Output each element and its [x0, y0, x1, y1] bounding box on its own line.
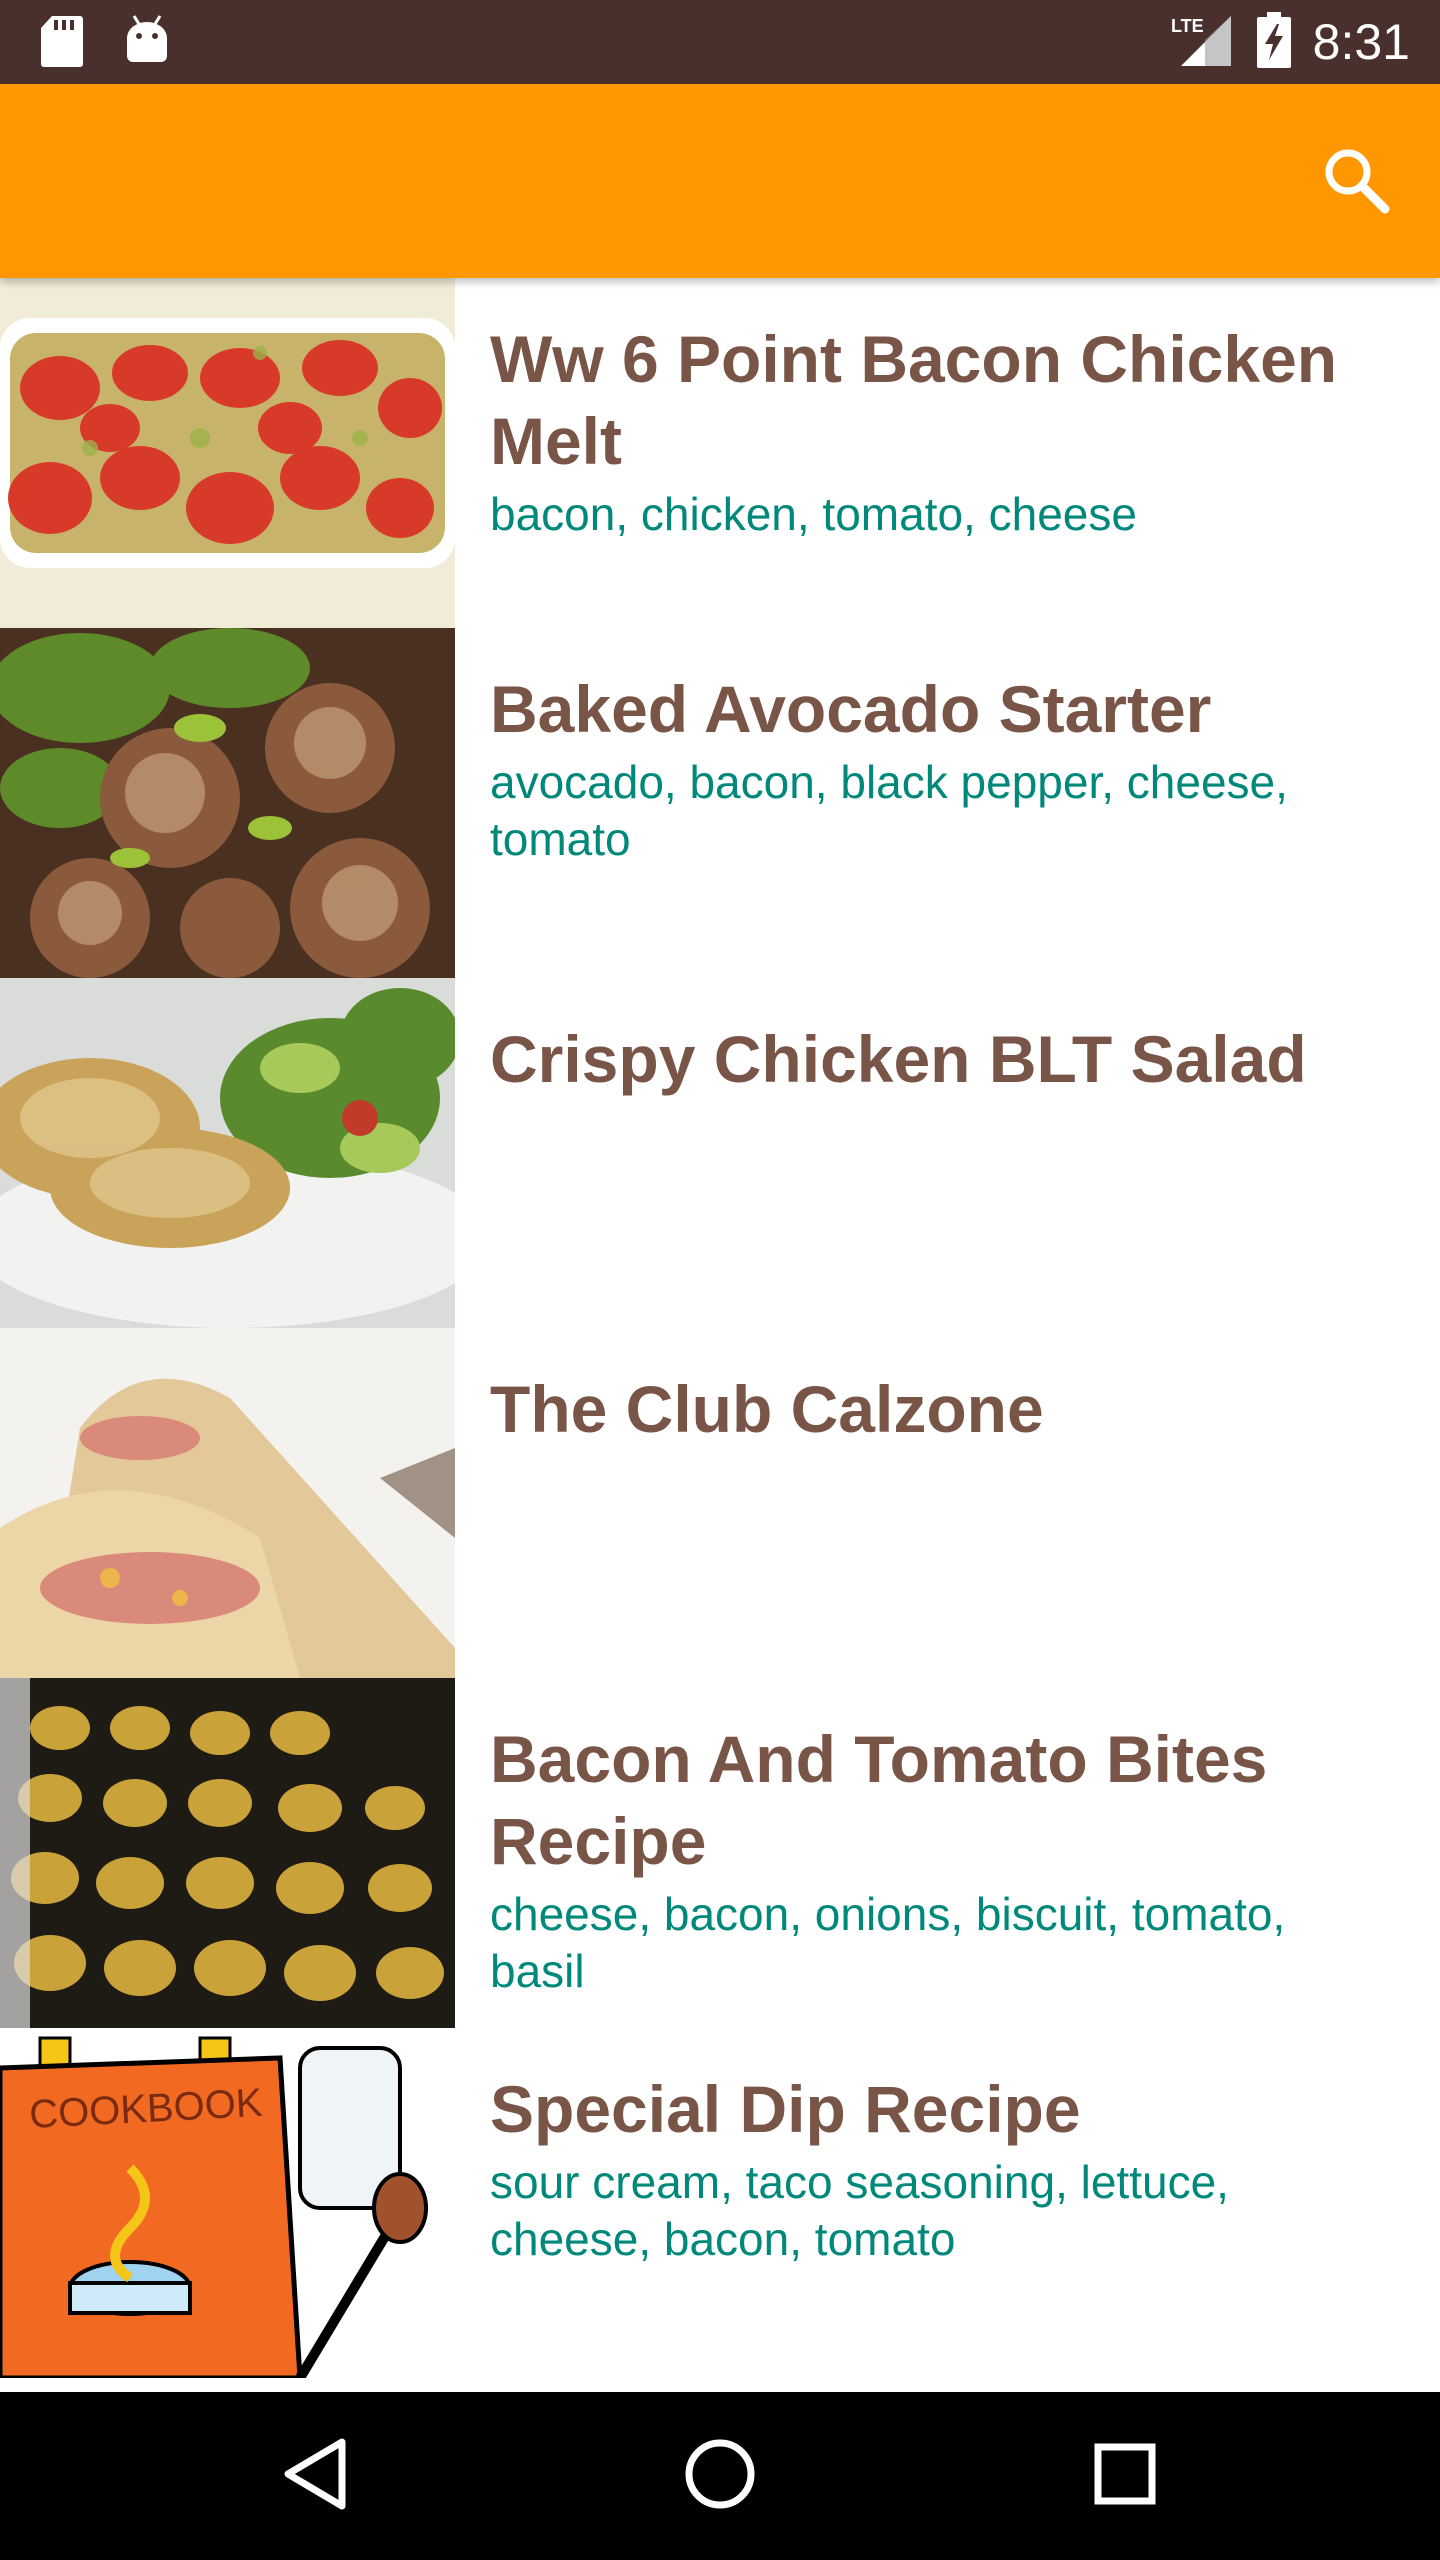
recipe-title: Ww 6 Point Bacon Chicken Melt [490, 322, 1338, 478]
recipe-title: The Club Calzone [490, 1372, 1044, 1446]
recipe-ingredients: cheese, bacon, onions, biscuit, tomato, … [490, 1888, 1286, 1996]
recents-icon [1093, 2442, 1157, 2511]
recipe-title: Baked Avocado Starter [490, 672, 1212, 746]
recipe-title: Crispy Chicken BLT Salad [490, 1022, 1307, 1096]
search-icon [1321, 145, 1391, 220]
recipe-image [0, 1678, 455, 2028]
recipe-image [0, 278, 455, 628]
list-item[interactable]: COOKBOOK Special Dip Recipe sour cream, … [0, 2028, 1440, 2378]
clock: 8:31 [1312, 14, 1410, 70]
recipe-ingredients: sour cream, taco seasoning, lettuce, che… [490, 2156, 1229, 2265]
recipe-image [0, 628, 455, 978]
sd-card-icon [40, 14, 84, 73]
battery-charging-icon [1256, 11, 1291, 73]
list-item[interactable]: Bacon And Tomato Bites Recipe cheese, ba… [0, 1678, 1440, 2028]
status-bar: LTE 8:31 [0, 0, 1440, 84]
home-icon [683, 2437, 757, 2516]
android-icon [124, 14, 170, 73]
recipe-list[interactable]: Ww 6 Point Bacon Chicken Melt bacon, chi… [0, 278, 1440, 2392]
lte-signal-icon: LTE [1171, 12, 1235, 73]
recents-button[interactable] [1075, 2426, 1175, 2526]
svg-text:LTE: LTE [1171, 16, 1204, 36]
recipe-title: Special Dip Recipe [490, 2072, 1081, 2146]
list-item[interactable]: Baked Avocado Starter avocado, bacon, bl… [0, 628, 1440, 978]
list-item[interactable]: Crispy Chicken BLT Salad [0, 978, 1440, 1328]
recipe-image: COOKBOOK [0, 2028, 455, 2378]
list-item[interactable]: Ww 6 Point Bacon Chicken Melt bacon, chi… [0, 278, 1440, 628]
home-button[interactable] [670, 2426, 770, 2526]
recipe-title: Bacon And Tomato Bites Recipe [490, 1722, 1268, 1878]
recipe-image [0, 1328, 455, 1678]
recipe-ingredients: avocado, bacon, black pepper, cheese, to… [490, 756, 1288, 865]
navigation-bar [0, 2392, 1440, 2560]
search-button[interactable] [1314, 140, 1398, 224]
back-icon [280, 2436, 350, 2517]
list-item[interactable]: The Club Calzone [0, 1328, 1440, 1678]
recipe-ingredients: bacon, chicken, tomato, cheese [490, 488, 1137, 540]
app-bar [0, 84, 1440, 278]
recipe-image [0, 978, 455, 1328]
back-button[interactable] [265, 2426, 365, 2526]
